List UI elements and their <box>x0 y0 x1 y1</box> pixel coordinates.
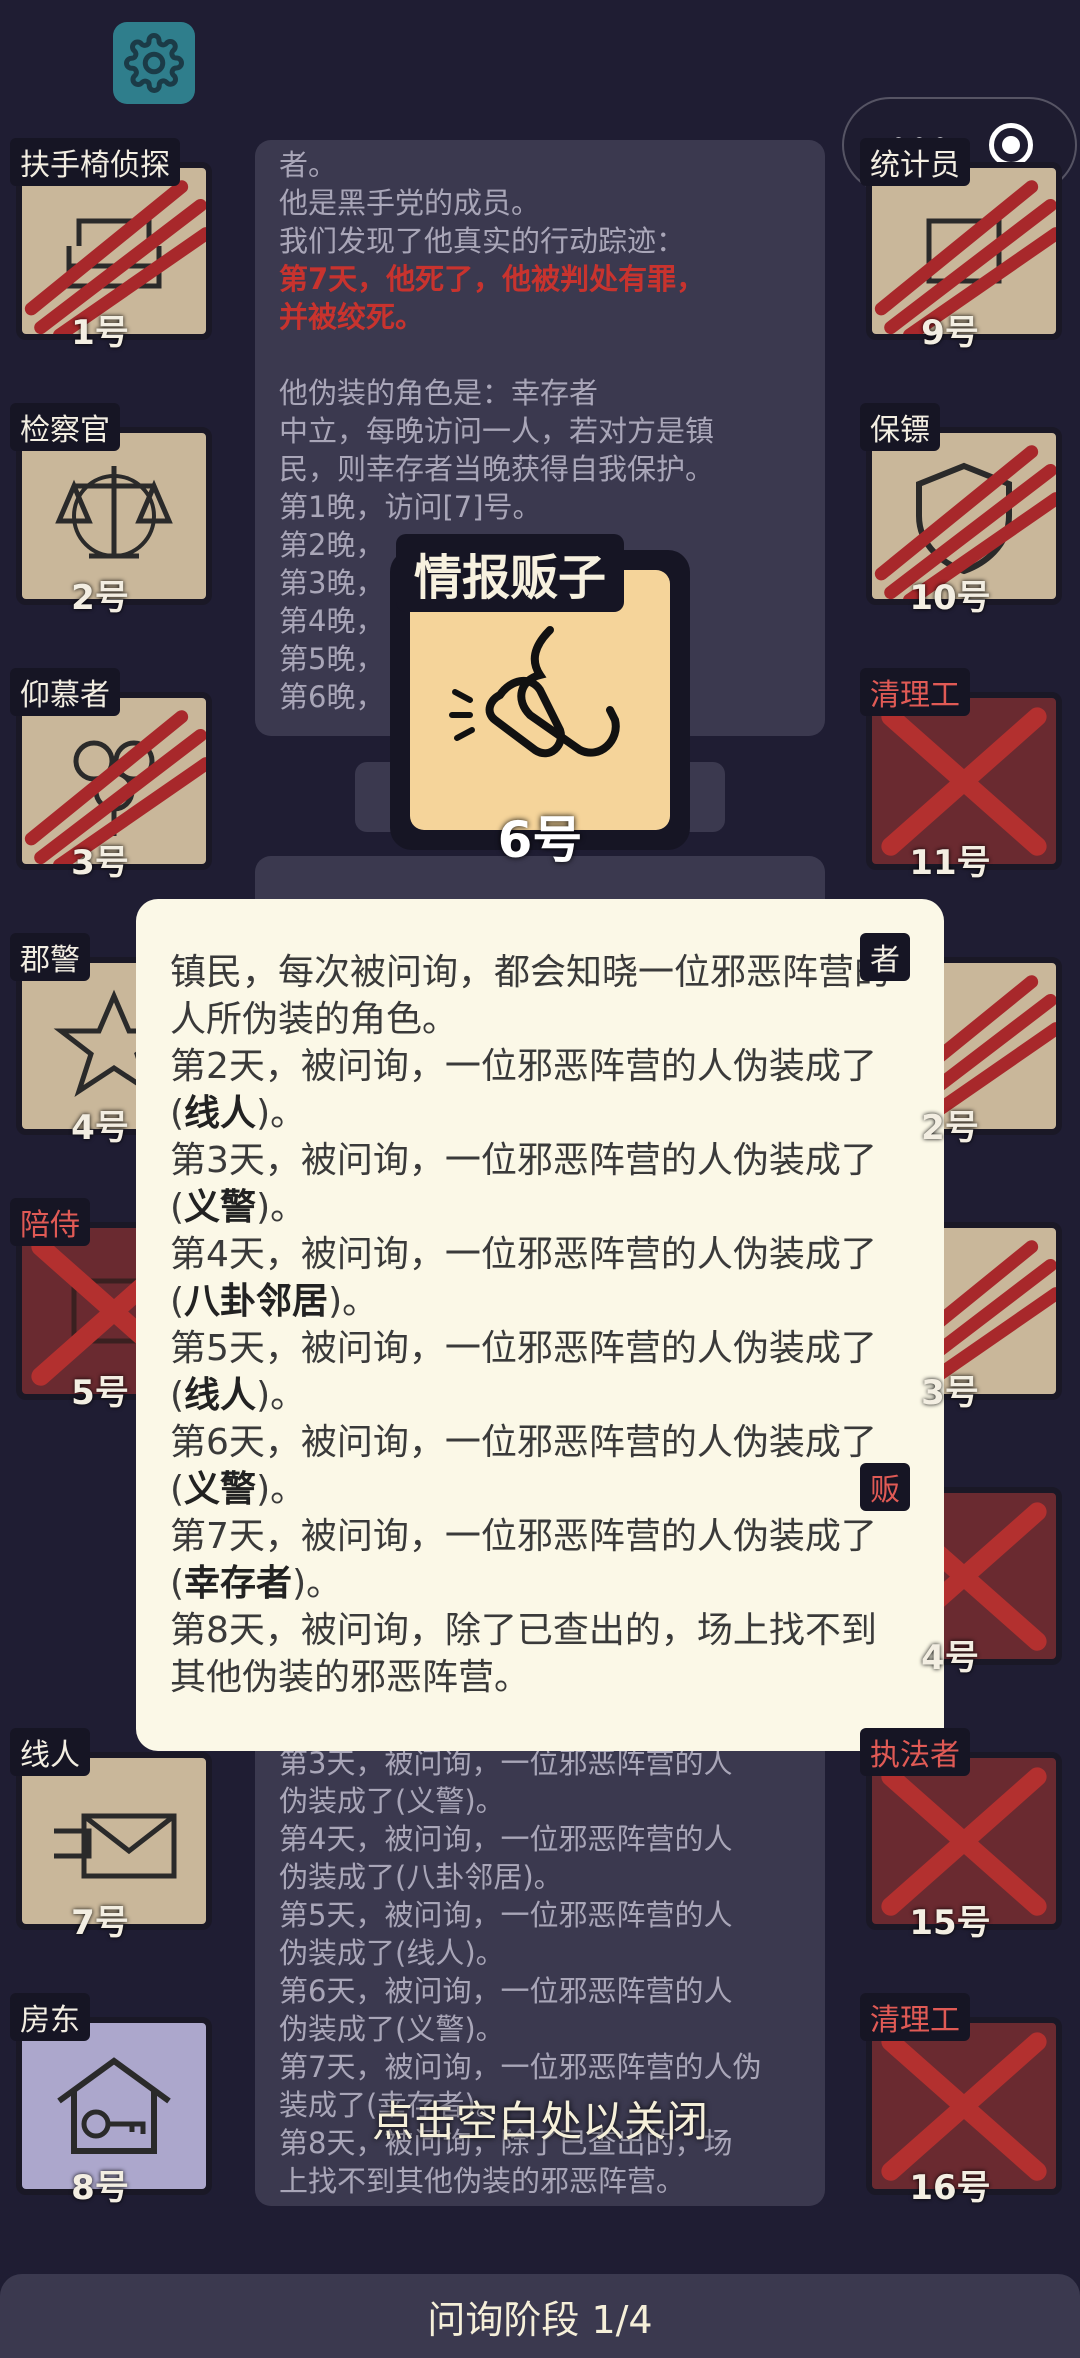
log-line: 伪装成了(八卦邻居)。 <box>279 1860 563 1894</box>
inquiry-result-dialog: 镇民，每次被问询，都会知晓一位邪恶阵营的人所伪装的角色。 第2天，被问询，一位邪… <box>136 899 944 1751</box>
dialog-entry: 第6天，被问询，一位邪恶阵营的人伪装成了(义警)。 <box>170 1422 877 1510</box>
player-role-label: 清理工 <box>860 668 970 716</box>
player-role-label: 检察官 <box>10 403 120 451</box>
player-number: 11号 <box>909 843 991 883</box>
player-number: 16号 <box>909 2168 991 2208</box>
dialog-entry: 第3天，被问询，一位邪恶阵营的人伪装成了(义警)。 <box>170 1140 877 1228</box>
dialog-entry: 第2天，被问询，一位邪恶阵营的人伪装成了(线人)。 <box>170 1046 877 1134</box>
player-card-7[interactable]: 线人 7号 <box>0 1728 212 1943</box>
spy-role-card: 情报贩子 6号 <box>380 534 700 869</box>
log-line: 中立，每晚访问一人，若对方是镇 <box>279 414 715 448</box>
dialog-final: 第8天，被问询，除了已查出的，场上找不到其他伪装的邪恶阵营。 <box>170 1610 877 1698</box>
player-role-label: 执法者 <box>860 1728 970 1776</box>
player-number: 7号 <box>71 1903 129 1943</box>
player-role-label: 线人 <box>10 1728 90 1776</box>
settings-button[interactable] <box>113 22 195 104</box>
log-line: 他伪装的角色是：幸存者 <box>279 376 599 410</box>
player-number: 2号 <box>71 578 129 618</box>
dialog-entry: 第7天，被问询，一位邪恶阵营的人伪装成了(幸存者)。 <box>170 1516 877 1604</box>
player-role-label: 保镖 <box>860 403 940 451</box>
spy-role-title: 情报贩子 <box>396 534 625 612</box>
player-number: 9号 <box>921 313 979 353</box>
gear-icon <box>124 33 184 93</box>
player-card-9[interactable]: 统计员 9号 <box>850 138 1062 353</box>
player-number: 5号 <box>71 1373 129 1413</box>
log-red-line: 第7天，他死了，他被判处有罪， <box>279 262 706 296</box>
log-line: 我们发现了他真实的行动踪迹： <box>279 224 686 258</box>
player-card-10[interactable]: 保镖 10号 <box>850 403 1062 618</box>
log-line: 民，则幸存者当晚获得自我保护。 <box>279 452 715 486</box>
player-number: 1号 <box>71 313 129 353</box>
player-number: 4号 <box>71 1108 129 1148</box>
log-line: 他是黑手党的成员。 <box>279 186 541 220</box>
player-number: 3号 <box>921 1373 979 1413</box>
player-number: 10号 <box>909 578 991 618</box>
player-card-3[interactable]: 仰慕者 3号 <box>0 668 212 883</box>
phase-bar: 问询阶段 1/4 <box>0 2274 1080 2358</box>
player-role-label: 郡警 <box>10 933 90 981</box>
player-role-label: 房东 <box>10 1993 90 2041</box>
whisper-icon <box>449 626 620 758</box>
justice-scale-icon <box>55 466 173 559</box>
envelope-icon <box>54 1813 177 1879</box>
player-card-2[interactable]: 检察官 2号 <box>0 403 212 618</box>
player-number: 3号 <box>71 843 129 883</box>
player-number: 4号 <box>921 1638 979 1678</box>
player-role-label: 统计员 <box>860 138 970 186</box>
player-number: 15号 <box>909 1903 991 1943</box>
log-line: 者。 <box>279 148 338 182</box>
player-card-1[interactable]: 扶手椅侦探 1号 <box>0 138 212 353</box>
log-line: 第7天，被问询，一位邪恶阵营的人伪 <box>279 2050 762 2084</box>
player-card-11[interactable]: 清理工 11号 <box>850 668 1062 883</box>
log-line: 第5天，被问询，一位邪恶阵营的人 <box>279 1898 733 1932</box>
dialog-entry: 第5天，被问询，一位邪恶阵营的人伪装成了(线人)。 <box>170 1328 877 1416</box>
log-line: 伪装成了(义警)。 <box>279 2012 505 2046</box>
player-role-label: 陪侍 <box>10 1198 90 1246</box>
dialog-entry: 第4天，被问询，一位邪恶阵营的人伪装成了(八卦邻居)。 <box>170 1234 877 1322</box>
close-hint[interactable]: 点击空白处以关闭 <box>0 2088 1080 2149</box>
dialog-intro: 镇民，每次被问询，都会知晓一位邪恶阵营的人所伪装的角色。 <box>170 952 891 1040</box>
spy-number: 6号 <box>497 811 583 869</box>
player-role-label: 贩 <box>860 1463 910 1511</box>
phase-label: 问询阶段 1/4 <box>427 2297 653 2342</box>
log-line: 伪装成了(义警)。 <box>279 1784 505 1818</box>
player-role-label: 清理工 <box>860 1993 970 2041</box>
player-role-label: 扶手椅侦探 <box>10 138 180 186</box>
log-red-line: 并被绞死。 <box>279 300 425 334</box>
log-line: 伪装成了(线人)。 <box>279 1936 505 1970</box>
player-number: 8号 <box>71 2168 129 2208</box>
player-role-label: 仰慕者 <box>10 668 120 716</box>
player-role-label: 者 <box>860 933 910 981</box>
log-line: 第4天，被问询，一位邪恶阵营的人 <box>279 1822 733 1856</box>
log-line: 第1晚，访问[7]号。 <box>279 490 542 524</box>
player-card-15[interactable]: 执法者 15号 <box>850 1728 1062 1943</box>
log-line: 第6天，被问询，一位邪恶阵营的人 <box>279 1974 733 2008</box>
player-number: 2号 <box>921 1108 979 1148</box>
log-line: 上找不到其他伪装的邪恶阵营。 <box>279 2164 686 2198</box>
